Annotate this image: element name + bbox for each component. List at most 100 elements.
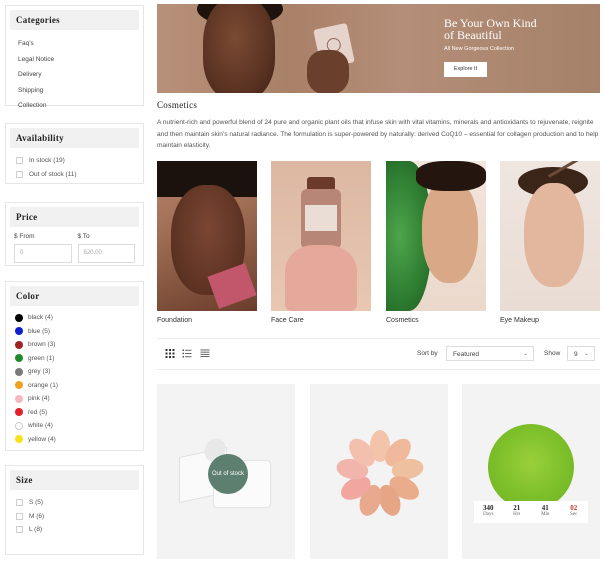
subcategory-label[interactable]: Cosmetics	[386, 317, 486, 324]
color-label: white (4)	[28, 422, 53, 430]
sort-select[interactable]: Featured ⌄	[446, 346, 534, 361]
product-card[interactable]: Out of stock	[157, 384, 295, 559]
countdown-days: 340 Days	[474, 501, 503, 523]
chevron-down-icon: ⌄	[522, 351, 528, 357]
color-panel: Color black (4) blue (5) brown (3) green (1…	[5, 281, 144, 451]
show-count-select[interactable]: 9 ⌄	[567, 346, 595, 361]
color-swatch-icon[interactable]	[15, 313, 23, 322]
countdown-label: Days	[483, 512, 494, 517]
checkbox[interactable]	[16, 499, 23, 507]
hero-hand-image	[307, 50, 349, 93]
filter-label: In stock (19)	[29, 157, 65, 165]
color-filter-option[interactable]: grey (3)	[10, 365, 139, 379]
color-filter-option[interactable]: orange (1)	[10, 379, 139, 393]
subcategory-card-cosmetics[interactable]: Cosmetics	[386, 161, 486, 324]
product-card[interactable]	[310, 384, 448, 559]
color-label: black (4)	[28, 314, 53, 322]
countdown-label: Min	[541, 512, 550, 517]
subcategory-card-foundation[interactable]: Foundation	[157, 161, 257, 324]
color-swatch-icon[interactable]	[15, 394, 23, 403]
color-swatch-icon[interactable]	[15, 408, 23, 417]
price-from-input[interactable]: 0	[14, 244, 72, 263]
badge-text: Out of stock	[211, 470, 244, 477]
color-swatch-icon[interactable]	[15, 421, 23, 430]
color-swatch-icon[interactable]	[15, 327, 23, 336]
grid-view-icon[interactable]	[165, 349, 175, 358]
filter-size-l[interactable]: L (8)	[10, 523, 139, 537]
color-label: green (1)	[28, 354, 55, 362]
color-filter-option[interactable]: brown (3)	[10, 338, 139, 352]
hero-banner: Be Your Own Kind of Beautiful All New Go…	[157, 4, 600, 93]
subcategory-card-eye-makeup[interactable]: Eye Makeup	[500, 161, 600, 324]
category-link-collection[interactable]: Collection	[18, 98, 131, 114]
section-description: A nutrient-rich and powerful blend of 24…	[157, 119, 599, 149]
compact-list-icon[interactable]	[200, 349, 210, 358]
subcategory-image[interactable]	[157, 161, 257, 311]
countdown-hours: 21 Hrs	[503, 501, 532, 523]
color-label: orange (1)	[28, 381, 58, 389]
countdown-seconds: 02 Sec	[560, 501, 589, 523]
category-link-delivery[interactable]: Delivery	[18, 67, 131, 83]
price-to-input[interactable]: 620.00	[77, 244, 135, 263]
out-of-stock-badge: Out of stock	[208, 454, 248, 494]
color-label: blue (5)	[28, 327, 51, 335]
color-swatch-icon[interactable]	[15, 435, 23, 444]
subcategory-label[interactable]: Eye Makeup	[500, 317, 600, 324]
explore-button[interactable]: Explore It	[444, 62, 487, 77]
checkbox[interactable]	[16, 512, 23, 520]
countdown-label: Hrs	[513, 512, 521, 517]
checkbox[interactable]	[16, 526, 23, 534]
color-swatch-icon[interactable]	[15, 354, 23, 363]
color-filter-option[interactable]: pink (4)	[10, 392, 139, 406]
checkbox[interactable]	[16, 157, 23, 165]
filter-out-of-stock[interactable]: Out of stock (11)	[10, 168, 139, 182]
categories-title: Categories	[10, 10, 139, 30]
color-filter-option[interactable]: red (5)	[10, 406, 139, 420]
sort-by-label: Sort by	[417, 350, 438, 357]
subcategory-image[interactable]	[500, 161, 600, 311]
color-label: grey (3)	[28, 368, 51, 376]
product-image-swatches[interactable]	[334, 428, 426, 520]
list-view-icon[interactable]	[182, 349, 192, 358]
color-filter-option[interactable]: yellow (4)	[10, 433, 139, 447]
color-label: red (5)	[28, 408, 48, 416]
color-filter-option[interactable]: blue (5)	[10, 325, 139, 339]
filter-in-stock[interactable]: In stock (19)	[10, 154, 139, 168]
color-swatch-icon[interactable]	[15, 381, 23, 390]
category-link-faqs[interactable]: Faq's	[18, 36, 131, 52]
category-link-shipping[interactable]: Shipping	[18, 83, 131, 99]
checkbox[interactable]	[16, 170, 23, 178]
countdown-label: Sec	[570, 512, 578, 517]
hero-subtitle: All New Gorgeous Collection	[444, 46, 515, 52]
filter-label: L (8)	[29, 526, 43, 534]
hero-title: Be Your Own Kind of Beautiful	[444, 17, 537, 41]
category-link-legal-notice[interactable]: Legal Notice	[18, 52, 131, 68]
subcategory-image[interactable]	[271, 161, 371, 311]
subcategory-image[interactable]	[386, 161, 486, 311]
countdown-timer: 340 Days 21 Hrs 41 Min 02 Sec	[474, 501, 588, 523]
subcategory-card-face-care[interactable]: Face Care	[271, 161, 371, 324]
countdown-number: 41	[541, 504, 549, 512]
subcategory-label[interactable]: Face Care	[271, 317, 371, 324]
color-swatch-icon[interactable]	[15, 340, 23, 349]
section-title: Cosmetics	[157, 100, 198, 110]
color-filter-option[interactable]: white (4)	[10, 419, 139, 433]
color-swatch-icon[interactable]	[15, 367, 23, 376]
color-filter-option[interactable]: green (1)	[10, 352, 139, 366]
sort-value: Featured	[453, 351, 480, 358]
filter-size-m[interactable]: M (6)	[10, 510, 139, 524]
price-panel: Price $ From 0 $ To 620.00	[5, 202, 144, 266]
color-filter-option[interactable]: black (4)	[10, 311, 139, 325]
product-image-green-powder[interactable]	[488, 424, 574, 510]
filter-label: Out of stock (11)	[29, 170, 77, 178]
subcategory-label[interactable]: Foundation	[157, 317, 257, 324]
product-card[interactable]: 340 Days 21 Hrs 41 Min 02 Sec	[462, 384, 600, 559]
show-value: 9	[574, 351, 578, 358]
filter-size-s[interactable]: S (5)	[10, 496, 139, 510]
availability-panel: Availability In stock (19) Out of stock …	[5, 123, 144, 184]
price-to-label: $ To	[77, 233, 90, 240]
color-title: Color	[10, 286, 139, 306]
countdown-minutes: 41 Min	[531, 501, 560, 523]
product-toolbar: Sort by Featured ⌄ Show 9 ⌄	[157, 338, 600, 370]
countdown-number: 21	[513, 504, 521, 512]
